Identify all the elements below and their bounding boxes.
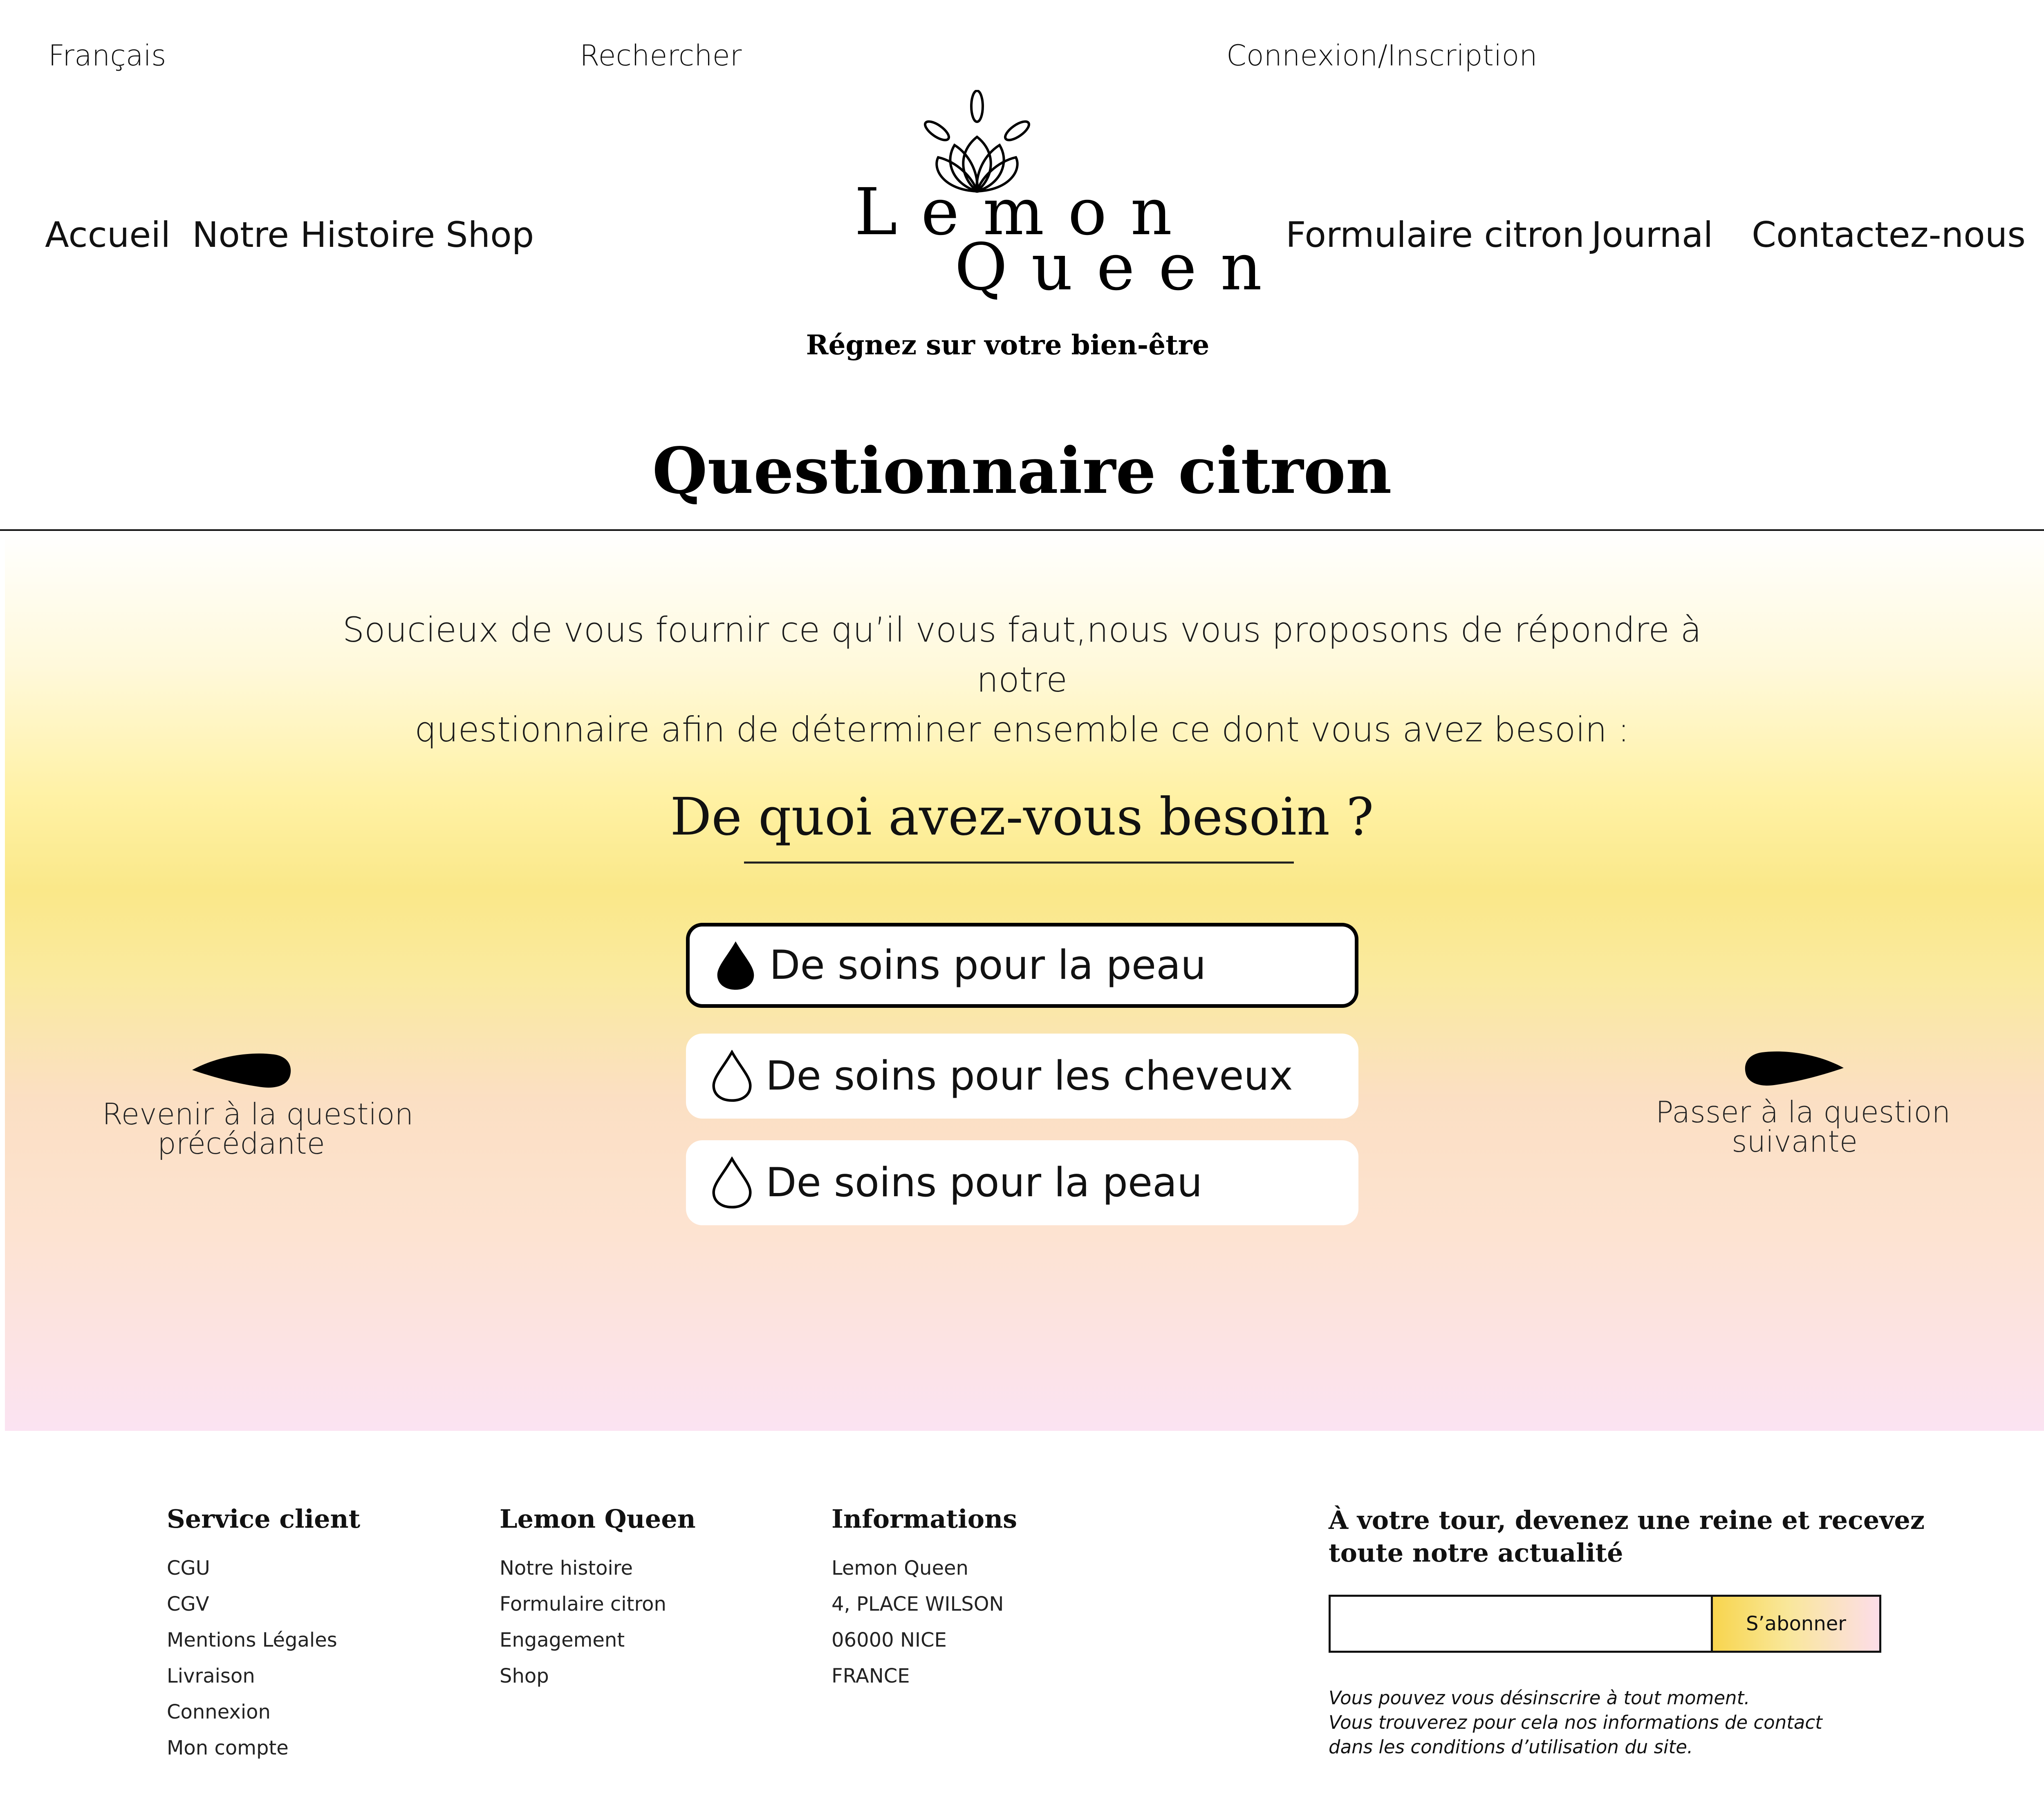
nav-journal[interactable]: Journal (1591, 215, 1713, 255)
footer-link-legal[interactable]: Mentions Légales (167, 1622, 360, 1658)
option-skin-care[interactable]: De soins pour la peau (686, 1140, 1358, 1225)
logo-text-queen: Queen (955, 230, 1286, 305)
intro-line-1: Soucieux de vous fournir ce qu’il vous f… (342, 610, 1702, 700)
previous-label-line-2: précédante (157, 1126, 325, 1161)
search-link[interactable]: Rechercher (580, 39, 742, 72)
footer-heading: Informations (831, 1504, 1018, 1534)
nav-our-story[interactable]: Notre Histoire (192, 215, 435, 255)
logo-tagline: Régnez sur votre bien-être (806, 329, 1210, 361)
address-line: 4, PLACE WILSON (831, 1593, 1004, 1616)
option-hair-care[interactable]: De soins pour les cheveux (686, 1034, 1358, 1119)
arrow-left-icon (192, 1053, 291, 1088)
address-line: 06000 NICE (831, 1629, 947, 1652)
next-question-button[interactable]: Passer à la question suivante (1656, 1044, 1951, 1159)
login-signup-link[interactable]: Connexion/Inscription (1226, 39, 1537, 72)
option-label: De soins pour les cheveux (766, 1053, 1293, 1099)
footer-link-shop[interactable]: Shop (500, 1658, 696, 1694)
droplet-filled-icon (717, 941, 754, 990)
footer-link-lemon-form[interactable]: Formulaire citron (500, 1586, 696, 1622)
footer-link-our-story[interactable]: Notre histoire (500, 1550, 696, 1586)
nav-home[interactable]: Accueil (45, 215, 170, 255)
footer-link-cgu[interactable]: CGU (167, 1550, 360, 1586)
arrow-right-icon (1745, 1051, 1844, 1086)
newsletter-title-line-1: À votre tour, devenez une reine et recev… (1329, 1505, 1925, 1535)
footer-link-account[interactable]: Mon compte (167, 1730, 360, 1766)
option-label: De soins pour la peau (769, 942, 1206, 989)
next-label-line-2: suivante (1731, 1124, 1858, 1159)
nav-lemon-form[interactable]: Formulaire citron (1286, 215, 1585, 255)
droplet-outline-icon (712, 1157, 752, 1209)
footer-link-commitment[interactable]: Engagement (500, 1622, 696, 1658)
subscribe-button[interactable]: S’abonner (1711, 1595, 1881, 1653)
footer-heading: Lemon Queen (500, 1504, 696, 1534)
footer-brand: Lemon Queen Notre histoire Formulaire ci… (500, 1504, 696, 1694)
newsletter-note: Vous pouvez vous désinscrire à tout mome… (1329, 1686, 1901, 1759)
next-label-line-1: Passer à la question (1656, 1095, 1951, 1129)
newsletter-note-line-2: Vous trouverez pour cela nos information… (1329, 1712, 1822, 1733)
nav-contact[interactable]: Contactez-nous (1752, 215, 2026, 255)
footer-customer-service: Service client CGU CGV Mentions Légales … (167, 1504, 360, 1766)
previous-label-line-1: Revenir à la question (102, 1097, 414, 1131)
questionnaire-intro: Soucieux de vous fournir ce qu’il vous f… (311, 605, 1733, 754)
newsletter-title: À votre tour, devenez une reine et recev… (1329, 1504, 1925, 1569)
newsletter-note-line-1: Vous pouvez vous désinscrire à tout mome… (1329, 1687, 1750, 1709)
droplet-outline-icon (712, 1050, 752, 1102)
footer-link-login[interactable]: Connexion (167, 1694, 360, 1730)
address-line: FRANCE (831, 1665, 910, 1687)
option-label: De soins pour la peau (766, 1159, 1203, 1206)
previous-question-button[interactable]: Revenir à la question précédante (102, 1046, 414, 1161)
option-skin-care-selected[interactable]: De soins pour la peau (686, 923, 1358, 1008)
newsletter-title-line-2: toute notre actualité (1329, 1538, 1623, 1568)
brand-logo[interactable]: Lemon Queen Régnez sur votre bien-être (797, 90, 1262, 376)
intro-line-2: questionnaire afin de déterminer ensembl… (415, 709, 1629, 750)
question-heading: De quoi avez-vous besoin ? (670, 787, 1374, 847)
footer-link-cgv[interactable]: CGV (167, 1586, 360, 1622)
footer-information: Informations Lemon Queen 4, PLACE WILSON… (831, 1504, 1017, 1694)
newsletter-note-line-3: dans les conditions d’utilisation du sit… (1329, 1736, 1693, 1758)
footer-link-delivery[interactable]: Livraison (167, 1658, 360, 1694)
address-line: Lemon Queen (831, 1557, 968, 1580)
footer-heading: Service client (167, 1504, 361, 1534)
newsletter-email-input[interactable] (1329, 1595, 1713, 1653)
language-selector[interactable]: Français (48, 39, 166, 72)
nav-shop[interactable]: Shop (446, 215, 534, 255)
page-title: Questionnaire citron (652, 433, 1392, 508)
question-underline (744, 862, 1294, 864)
